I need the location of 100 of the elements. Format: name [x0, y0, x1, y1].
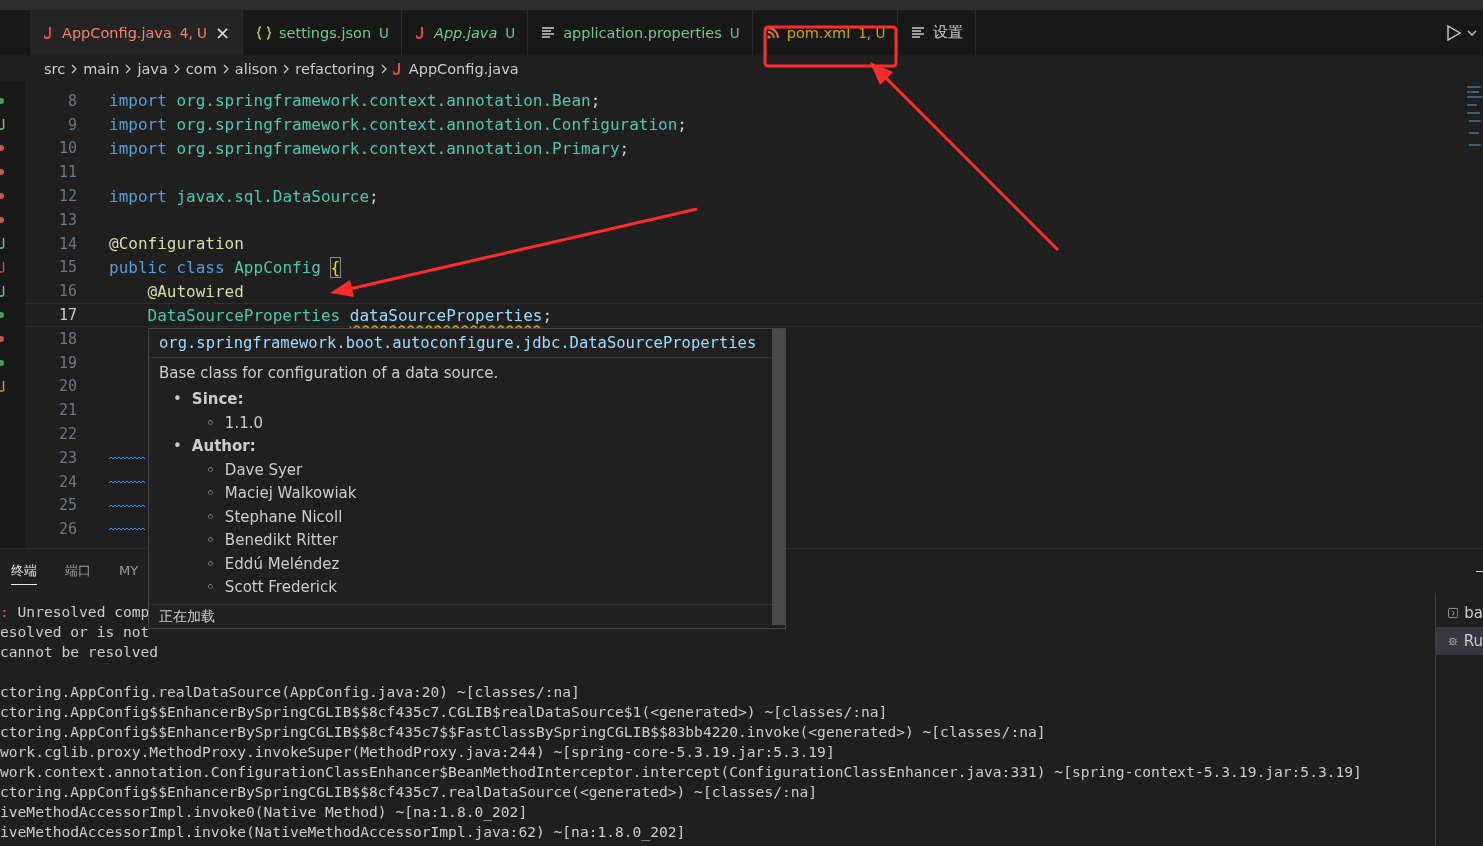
line-number: 24 — [57, 472, 77, 491]
tab-status-text: 1, U — [858, 24, 886, 41]
line-number: 16 — [57, 282, 77, 301]
panel-tab[interactable]: MY — [119, 559, 139, 583]
code-line: import org.springframework.context.annotation.Bean; — [109, 91, 601, 111]
terminal-line: iveMethodAccessorImpl.invoke(NativeMethodAccessorImpl.java:62) ~[na:1.8.0_202] — [0, 823, 686, 843]
run-icon[interactable] — [1447, 24, 1461, 41]
doc-item: Dave Syer — [224, 459, 303, 481]
line-number: 17 — [57, 306, 77, 325]
tab-status-text: U — [379, 24, 389, 41]
doc-heading: Since: — [191, 389, 244, 410]
doc-heading: Author: — [191, 436, 256, 457]
hover-signature: org.springframework.boot.autoconfigure.jdbc.DataSourceProperties — [149, 329, 772, 358]
scrollbar[interactable] — [772, 329, 785, 625]
code-line: import org.springframework.context.annotation.Primary; — [109, 139, 630, 158]
panel-tab[interactable]: 终端 — [11, 557, 37, 585]
line-number: 23 — [57, 448, 77, 467]
feed-icon — [766, 26, 779, 39]
terminal-line: ctoring.AppConfig$$EnhancerBySpringCGLIB$$8cf435c7$$FastClassBySpringCGLIB$$83bb4220.invoke(<generated>) ~[classes/:na] — [0, 723, 1046, 742]
java-icon — [44, 25, 54, 40]
terminal-line: work.context.annotation.ConfigurationClassEnhancer$BeanMethodInterceptor.intercept(ConfigurationClassEnhancer.java:331) ~[spring-context-5.3.19.jar:5.3.19] — [0, 763, 1362, 782]
tab-label: application.properties — [563, 24, 722, 41]
bullet: ◦ — [206, 412, 215, 434]
chevron-right-icon — [283, 63, 290, 74]
bullet: ◦ — [206, 483, 215, 504]
line-number: 15 — [57, 258, 77, 277]
lines-icon — [912, 26, 926, 39]
doc-item: Stephane Nicoll — [224, 506, 343, 528]
bullet: ◦ — [206, 553, 215, 575]
line-number: 20 — [57, 377, 77, 396]
lines-icon — [542, 26, 556, 39]
doc-item: Scott Frederick — [224, 577, 337, 598]
terminal-line: : Unresolved comp — [0, 603, 150, 622]
line-number: 13 — [57, 210, 77, 229]
line-number: 10 — [57, 139, 77, 158]
breadcrumb-item[interactable]: AppConfig.java — [408, 60, 519, 77]
bullet: • — [173, 436, 182, 457]
line-number: 22 — [57, 425, 77, 444]
breadcrumb-item[interactable]: com — [185, 60, 217, 77]
bullet: ◦ — [206, 577, 215, 598]
code-line: public class AppConfig { — [109, 257, 341, 277]
code-line: import javax.sql.DataSource; — [109, 186, 379, 206]
doc-item: Maciej Walkowiak — [224, 483, 357, 504]
code-line: @Configuration — [109, 234, 244, 254]
hover-description: Base class for configuration of a data source. — [158, 363, 500, 384]
bullet: • — [173, 389, 182, 410]
terminal-line: esolved or is not — [0, 623, 150, 642]
breadcrumb-item[interactable]: src — [44, 60, 66, 77]
java-icon — [392, 61, 403, 76]
line-number: 11 — [57, 163, 77, 182]
tab-label: AppConfig.java — [62, 24, 172, 41]
doc-item: 1.1.0 — [224, 412, 264, 434]
line-number: 18 — [57, 329, 77, 348]
breadcrumb-item[interactable]: java — [137, 60, 168, 77]
line-number: 14 — [57, 234, 77, 253]
bullet: ◦ — [206, 459, 215, 481]
braces-icon — [257, 25, 271, 40]
editor-tab[interactable]: AppConfig.java 4, U × — [30, 10, 243, 55]
breadcrumb-item[interactable]: refactoring — [295, 60, 375, 77]
tab-label: 设置 — [933, 23, 964, 42]
tab-label: App.java — [433, 24, 498, 41]
line-number: 9 — [66, 115, 77, 134]
loading-text: 正在加载 — [149, 603, 772, 628]
breadcrumb-item[interactable]: alison — [234, 60, 278, 77]
chevron-down-icon[interactable] — [1467, 29, 1477, 36]
terminal-line: ctoring.AppConfig$$EnhancerBySpringCGLIB$$8cf435c7.CGLIB$realDataSource$1(<generated>) ~[classes/:na] — [0, 703, 888, 722]
line-number: 12 — [57, 187, 77, 206]
doc-item: Benedikt Ritter — [224, 530, 338, 551]
terminal-line: cannot be resolved — [0, 643, 159, 662]
java-icon — [415, 25, 426, 40]
chevron-right-icon — [222, 63, 229, 74]
code-line: @Autowired — [147, 281, 244, 301]
tab-status-text: U — [505, 24, 516, 41]
line-number: 21 — [57, 401, 77, 420]
line-number: 25 — [57, 496, 77, 515]
terminal-line: ctoring.AppConfig.realDataSource(AppConfig.java:20) ~[classes/:na] — [0, 683, 580, 702]
panel-tab[interactable]: 端口 — [65, 557, 91, 585]
terminal-session[interactable]: ba — [1436, 599, 1483, 627]
code-line: DataSourceProperties dataSourceProperties; — [147, 305, 553, 325]
tab-label: settings.json — [279, 24, 372, 41]
chevron-right-icon — [380, 63, 387, 74]
terminal-session[interactable]: Ru — [1436, 627, 1483, 655]
tab-label: pom.xml — [786, 24, 851, 41]
terminal-line: ctoring.AppConfig$$EnhancerBySpringCGLIB$$8cf435c7.realDataSource(<generated>) ~[classes/:na] — [0, 783, 818, 802]
bullet: ◦ — [206, 530, 215, 551]
code-line: import org.springframework.context.annotation.Configuration; — [109, 115, 687, 135]
breadcrumb-item[interactable]: main — [83, 60, 120, 77]
close-icon[interactable]: × — [214, 22, 230, 43]
bullet: ◦ — [206, 506, 215, 528]
line-number: 26 — [57, 520, 77, 539]
tab-status-text: 4, U — [179, 24, 207, 41]
terminal-line: work.cglib.proxy.MethodProxy.invokeSuper(MethodProxy.java:244) ~[spring-core-5.3.19.jar:5.3.19] — [0, 743, 835, 762]
terminal-line: iveMethodAccessorImpl.invoke0(Native Method) ~[na:1.8.0_202] — [0, 803, 528, 823]
doc-item: Eddú Meléndez — [224, 553, 340, 575]
line-number: 19 — [57, 353, 77, 372]
line-number: 8 — [66, 91, 77, 110]
chevron-right-icon — [173, 63, 180, 74]
chevron-right-icon — [125, 63, 132, 74]
chevron-right-icon — [71, 63, 78, 74]
tab-status-text: U — [729, 24, 740, 41]
